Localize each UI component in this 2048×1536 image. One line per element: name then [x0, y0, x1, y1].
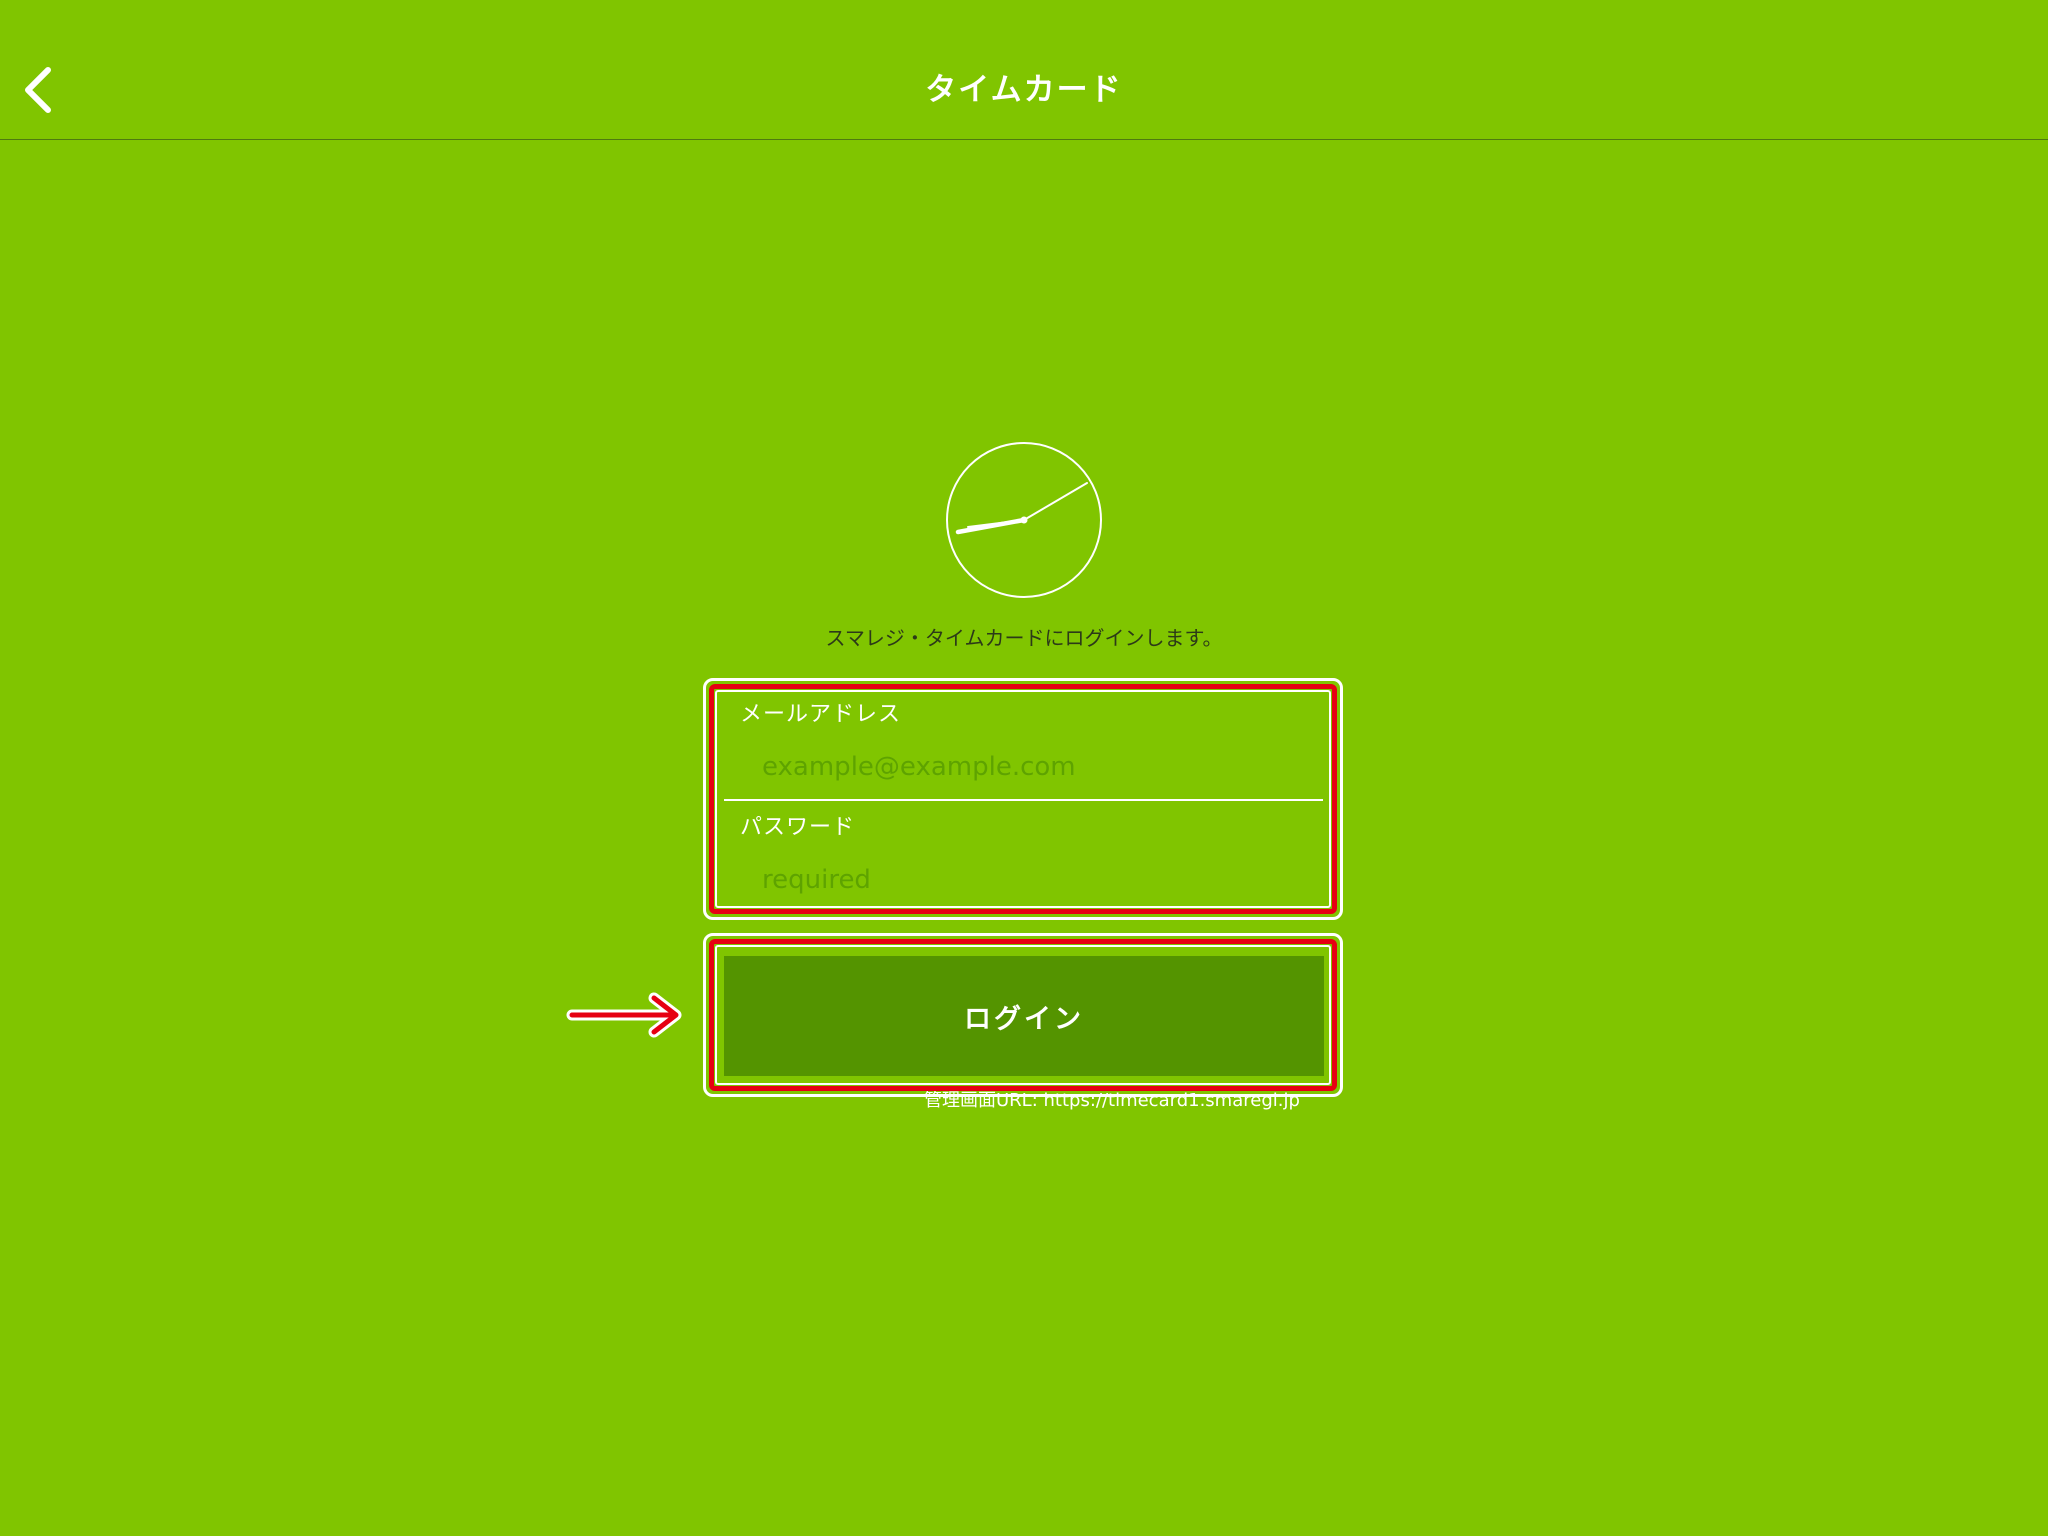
navigation-bar: タイムカード: [0, 0, 2048, 140]
login-button[interactable]: ログイン: [724, 956, 1324, 1076]
page-title: タイムカード: [925, 72, 1123, 108]
password-label: パスワード: [740, 815, 856, 840]
password-input[interactable]: [762, 858, 1322, 902]
clock-icon: [946, 442, 1102, 598]
email-label: メールアドレス: [740, 702, 902, 727]
login-intro-text: スマレジ・タイムカードにログインします。: [825, 626, 1223, 650]
email-input[interactable]: [762, 745, 1322, 789]
timecard-login-screen: タイムカード スマレジ・タイムカードにログインします。 メールアドレス パスワー…: [0, 0, 2048, 1536]
field-divider: [724, 799, 1323, 801]
arrow-right-icon: [566, 992, 682, 1038]
